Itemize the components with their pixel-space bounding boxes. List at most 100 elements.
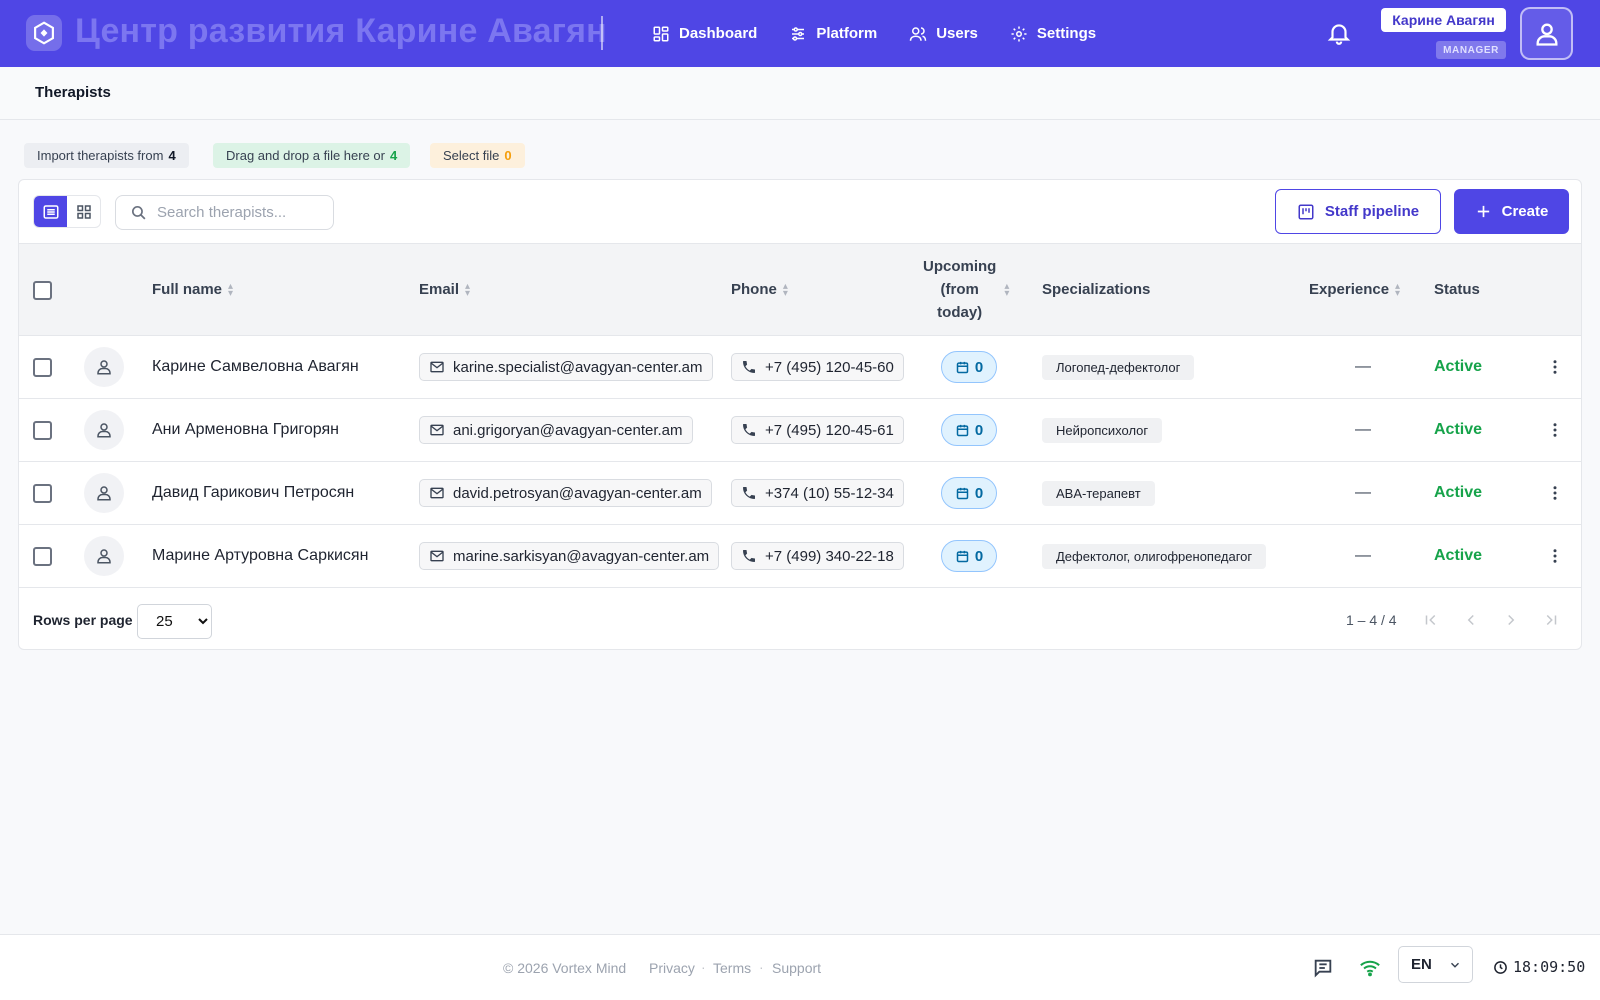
- row-menu-button[interactable]: [1545, 357, 1565, 377]
- mail-icon: [430, 424, 444, 436]
- wifi-icon: [1359, 957, 1381, 984]
- mail-icon: [430, 550, 444, 562]
- calendar-icon: [956, 550, 969, 562]
- last-page-icon: [1546, 614, 1557, 626]
- upcoming-count: 0: [974, 421, 984, 439]
- chat-icon[interactable]: [1312, 957, 1334, 984]
- chevron-right-icon: [1508, 614, 1515, 626]
- phone-pill[interactable]: +7 (499) 340-22-18: [731, 542, 904, 570]
- import-therapists-chip[interactable]: Import therapists from 4: [24, 143, 189, 168]
- phone-pill[interactable]: +7 (495) 120-45-61: [731, 416, 904, 444]
- notifications-bell-icon[interactable]: [1326, 20, 1352, 46]
- phone-text: +7 (495) 120-45-60: [765, 358, 894, 376]
- privacy-link[interactable]: Privacy: [649, 960, 695, 976]
- col-full-name[interactable]: Full name ▴ ▾: [152, 281, 233, 298]
- dashboard-icon: [653, 26, 669, 41]
- create-button[interactable]: Create: [1454, 189, 1569, 234]
- language-select[interactable]: EN: [1398, 946, 1473, 983]
- clock-time: 18:09:50: [1513, 958, 1586, 976]
- logo-icon[interactable]: [26, 15, 62, 51]
- status-badge: Active: [1434, 484, 1483, 501]
- sliders-icon: [792, 26, 805, 41]
- therapist-name[interactable]: Давид Гарикович Петросян: [152, 484, 354, 502]
- upcoming-count: 0: [974, 484, 984, 502]
- table-row[interactable]: Марине Артуровна Саркисян marine.sarkisya…: [19, 525, 1581, 588]
- upcoming-badge[interactable]: 0: [941, 540, 997, 572]
- col-email[interactable]: Email ▴ ▾: [419, 281, 470, 298]
- col-upcoming[interactable]: Upcoming (from today) ▴ ▾: [923, 255, 1009, 324]
- users-icon: [909, 26, 927, 41]
- prev-page-button[interactable]: [1459, 608, 1483, 632]
- mail-icon: [430, 487, 444, 499]
- row-checkbox[interactable]: [33, 358, 52, 377]
- select-all-checkbox[interactable]: [33, 281, 52, 300]
- grid-view-button[interactable]: [67, 196, 100, 227]
- rows-per-page-select[interactable]: 25: [137, 604, 212, 639]
- therapist-name[interactable]: Марине Артуровна Саркисян: [152, 547, 368, 565]
- status-badge: Active: [1434, 358, 1483, 375]
- list-view-button[interactable]: [34, 196, 67, 227]
- email-pill[interactable]: david.petrosyan@avagyan-center.am: [419, 479, 712, 507]
- row-avatar: [84, 410, 124, 450]
- specialization-tag: ABA-терапевт: [1042, 481, 1155, 506]
- table-row[interactable]: Карине Самвеловна Авагян karine.specialis…: [19, 336, 1581, 399]
- upcoming-badge[interactable]: 0: [941, 414, 997, 446]
- user-icon: [97, 423, 111, 438]
- row-menu-button[interactable]: [1545, 483, 1565, 503]
- mail-icon: [430, 361, 444, 373]
- phone-pill[interactable]: +7 (495) 120-45-60: [731, 353, 904, 381]
- staff-pipeline-button[interactable]: Staff pipeline: [1275, 189, 1441, 234]
- select-file-chip[interactable]: Select file 0: [430, 143, 525, 168]
- phone-icon: [743, 424, 755, 436]
- terms-link[interactable]: Terms: [713, 960, 751, 976]
- col-email-label: Email: [419, 281, 460, 298]
- table-row[interactable]: Ани Арменовна Григорян ani.grigoryan@avag…: [19, 399, 1581, 462]
- more-vertical-icon: [1553, 423, 1557, 437]
- view-toggle: [33, 195, 101, 228]
- search-input[interactable]: [157, 204, 327, 221]
- page-title-bar: Therapists: [0, 67, 1600, 120]
- search-box: [115, 195, 334, 230]
- col-experience[interactable]: Experience ▴ ▾: [1309, 281, 1400, 298]
- row-checkbox[interactable]: [33, 421, 52, 440]
- nav-dashboard[interactable]: Dashboard: [652, 25, 757, 43]
- clock: 18:09:50: [1493, 958, 1585, 976]
- nav-users[interactable]: Users: [909, 25, 978, 43]
- row-menu-button[interactable]: [1545, 546, 1565, 566]
- nav-settings[interactable]: Settings: [1010, 25, 1096, 43]
- brand-title: Центр развития Карине Авагян: [75, 12, 607, 50]
- row-checkbox[interactable]: [33, 484, 52, 503]
- user-name-badge[interactable]: Карине Авагян: [1381, 8, 1506, 32]
- experience-value: —: [1355, 358, 1371, 375]
- gear-icon: [1011, 26, 1027, 41]
- therapist-name[interactable]: Ани Арменовна Григорян: [152, 421, 339, 439]
- phone-pill[interactable]: +374 (10) 55-12-34: [731, 479, 904, 507]
- email-pill[interactable]: ani.grigoryan@avagyan-center.am: [419, 416, 693, 444]
- drag-drop-chip[interactable]: Drag and drop a file here or 4: [213, 143, 411, 168]
- table-row[interactable]: Давид Гарикович Петросян david.petrosyan@…: [19, 462, 1581, 525]
- phone-text: +7 (499) 340-22-18: [765, 547, 894, 565]
- col-phone[interactable]: Phone ▴ ▾: [731, 281, 788, 298]
- email-pill[interactable]: karine.specialist@avagyan-center.am: [419, 353, 713, 381]
- row-menu-button[interactable]: [1545, 420, 1565, 440]
- email-pill[interactable]: marine.sarkisyan@avagyan-center.am: [419, 542, 720, 570]
- nav-users-label: Users: [936, 25, 978, 42]
- support-link[interactable]: Support: [772, 960, 821, 976]
- row-checkbox[interactable]: [33, 547, 52, 566]
- upcoming-badge[interactable]: 0: [941, 477, 997, 509]
- therapist-name[interactable]: Карине Самвеловна Авагян: [152, 358, 359, 376]
- page-title: Therapists: [35, 84, 111, 101]
- upcoming-badge[interactable]: 0: [941, 351, 997, 383]
- next-page-button[interactable]: [1499, 608, 1523, 632]
- last-page-button[interactable]: [1539, 608, 1563, 632]
- select-file-label: Select file: [443, 148, 500, 163]
- nav-platform[interactable]: Platform: [789, 25, 877, 43]
- user-avatar-button[interactable]: [1520, 7, 1573, 60]
- main-nav: Dashboard Platform Users Settings: [652, 0, 1096, 67]
- row-avatar: [84, 536, 124, 576]
- brand-divider: [601, 16, 603, 50]
- sort-icon: ▴ ▾: [465, 280, 471, 299]
- import-count: 4: [168, 148, 176, 163]
- first-page-button[interactable]: [1419, 608, 1443, 632]
- col-specializations: Specializations: [1042, 281, 1150, 298]
